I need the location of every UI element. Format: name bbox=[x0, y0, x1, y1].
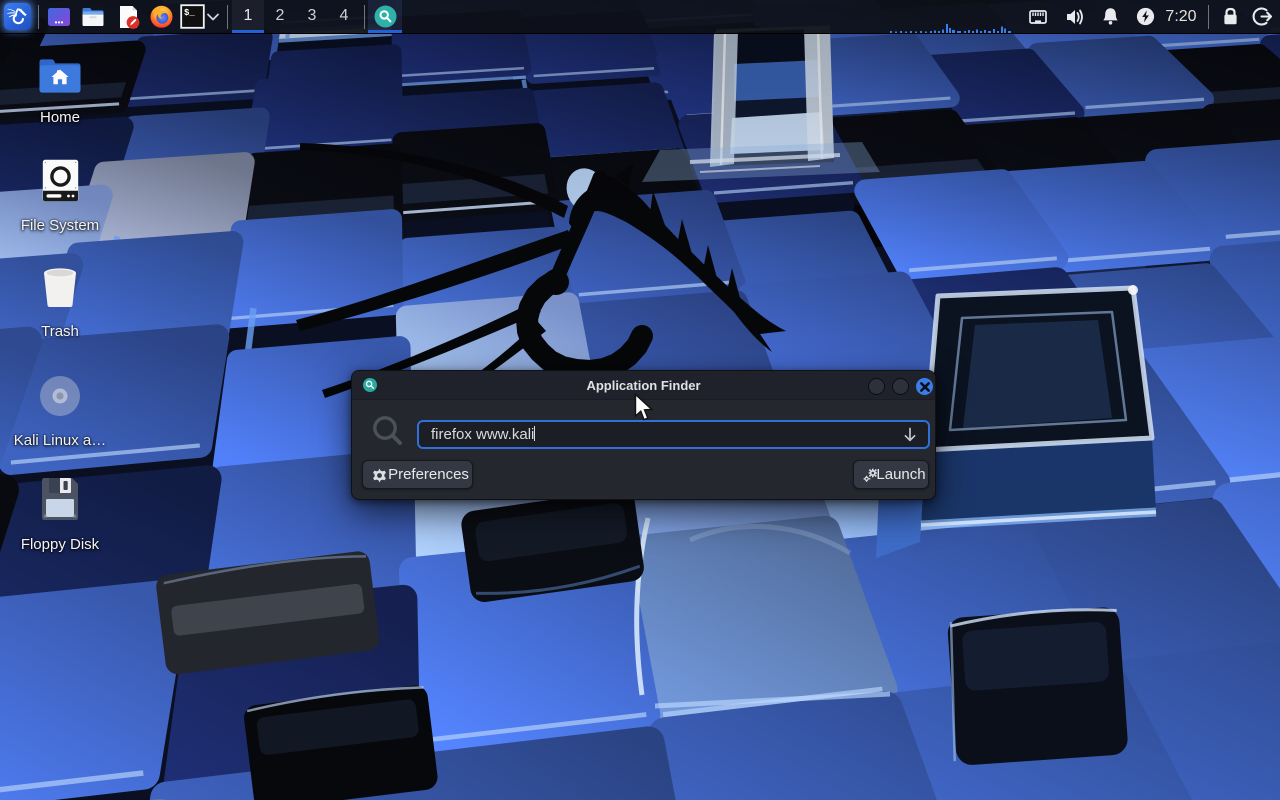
svg-text:$_: $_ bbox=[184, 8, 195, 18]
